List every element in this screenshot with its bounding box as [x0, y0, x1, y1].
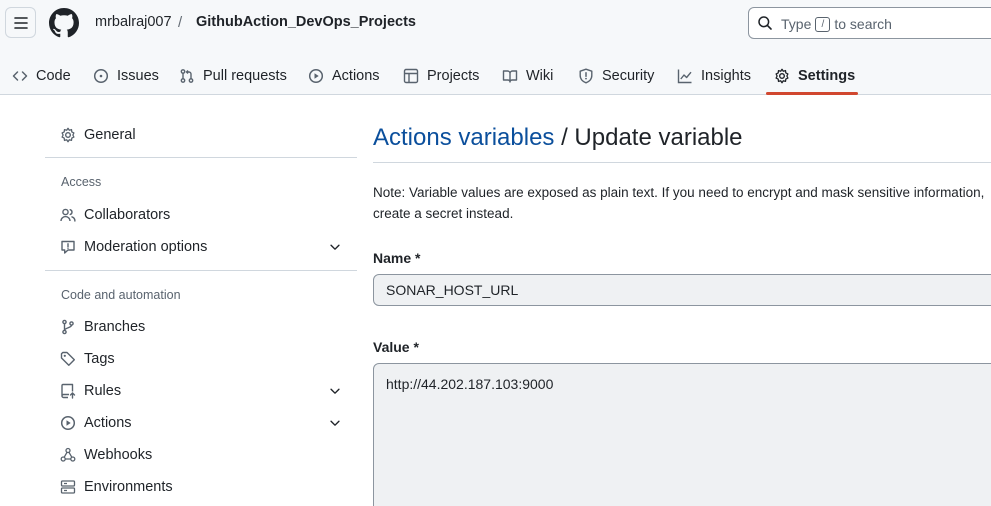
sidebar-item-tags[interactable]: Tags	[60, 347, 342, 371]
sidebar-item-branches[interactable]: Branches	[60, 315, 342, 339]
tab-label: Security	[602, 67, 655, 84]
play-icon	[308, 68, 324, 83]
comment-report-icon	[61, 240, 75, 254]
sidebar-item-rules[interactable]: Rules	[60, 379, 342, 403]
sidebar-item-label: Rules	[84, 383, 122, 399]
value-label: Value *	[373, 339, 419, 355]
sidebar-item-label: Moderation options	[84, 239, 208, 255]
tag-icon	[60, 351, 75, 366]
sidebar-item-environments[interactable]: Environments	[60, 475, 342, 499]
tab-insights[interactable]: Insights	[677, 56, 751, 95]
play-icon	[60, 415, 76, 431]
tab-label: Settings	[798, 67, 856, 84]
sidebar-heading-access: Access	[61, 175, 102, 189]
search-placeholder: Type / to search	[781, 16, 892, 32]
tab-issues[interactable]: Issues	[93, 56, 159, 95]
sidebar-item-webhooks[interactable]: Webhooks	[60, 443, 342, 467]
value-textarea[interactable]: http://44.202.187.103:9000	[373, 363, 991, 506]
tab-label: Insights	[701, 67, 751, 84]
github-logo-icon[interactable]	[49, 8, 79, 38]
tab-projects[interactable]: Projects	[403, 56, 479, 95]
tab-label: Pull requests	[203, 67, 287, 84]
shield-icon	[579, 68, 593, 83]
sidebar-heading-automation: Code and automation	[61, 288, 181, 302]
sidebar-item-label: Collaborators	[84, 207, 171, 223]
sidebar-item-general[interactable]: General	[60, 123, 342, 147]
tab-label: Wiki	[526, 67, 554, 84]
sidebar-item-label: Environments	[84, 479, 173, 495]
table-icon	[403, 68, 419, 83]
search-input[interactable]: Type / to search	[748, 7, 991, 39]
chevron-down-icon[interactable]	[328, 416, 342, 430]
tab-label: Actions	[332, 67, 380, 84]
search-prefix: Type	[781, 16, 812, 32]
chevron-down-icon[interactable]	[328, 384, 342, 398]
menu-button[interactable]	[5, 7, 36, 38]
app-header: mrbalraj007 / GithubAction_DevOps_Projec…	[0, 0, 991, 95]
gear-icon	[61, 127, 75, 143]
tab-label: Projects	[427, 67, 480, 84]
selected-tab-indicator	[766, 92, 858, 95]
search-suffix: to search	[834, 16, 892, 32]
title-divider	[373, 162, 991, 163]
page-title: Actions variables / Update variable	[373, 124, 743, 152]
sidebar-divider	[45, 157, 357, 158]
sidebar-item-label: Actions	[84, 415, 132, 431]
breadcrumb-repo[interactable]: GithubAction_DevOps_Projects	[196, 14, 416, 30]
sidebar-divider	[45, 270, 357, 271]
tab-label: Code	[36, 67, 71, 84]
sidebar-item-label: Branches	[84, 319, 146, 335]
repo-tabs: Code Issues Pull requests Actions Projec…	[0, 56, 991, 95]
graph-icon	[677, 69, 692, 83]
tab-actions[interactable]: Actions	[308, 56, 380, 95]
page-title-rest: / Update variable	[554, 124, 743, 151]
plain-text-note: Note: Variable values are exposed as pla…	[373, 185, 985, 221]
name-field[interactable]: SONAR_HOST_URL	[373, 274, 991, 306]
tab-label: Issues	[117, 67, 159, 84]
pull-request-icon	[180, 68, 194, 83]
webhook-icon	[60, 447, 76, 462]
gear-icon	[775, 68, 789, 83]
search-shortcut-key: /	[815, 16, 831, 32]
tab-settings[interactable]: Settings	[774, 56, 855, 95]
issue-icon	[93, 68, 109, 83]
tab-pull-requests[interactable]: Pull requests	[179, 56, 287, 95]
sidebar-item-label: Webhooks	[84, 447, 153, 463]
book-icon	[502, 69, 518, 83]
chevron-down-icon[interactable]	[328, 240, 342, 254]
tab-security[interactable]: Security	[578, 56, 654, 95]
repo-push-icon	[61, 383, 76, 399]
people-icon	[60, 208, 76, 222]
tab-wiki[interactable]: Wiki	[502, 56, 553, 95]
search-icon	[758, 16, 772, 30]
branch-icon	[62, 319, 74, 335]
breadcrumb-owner[interactable]: mrbalraj007	[95, 14, 172, 30]
hamburger-icon	[13, 16, 28, 29]
code-icon	[12, 70, 28, 81]
sidebar-item-moderation[interactable]: Moderation options	[60, 235, 342, 259]
sidebar-item-label: General	[84, 127, 136, 143]
actions-variables-link[interactable]: Actions variables	[373, 124, 554, 151]
name-label: Name *	[373, 250, 421, 266]
breadcrumb-separator: /	[178, 14, 183, 31]
sidebar-item-label: Tags	[84, 351, 115, 367]
tab-code[interactable]: Code	[12, 56, 71, 95]
server-icon	[60, 480, 76, 494]
sidebar-item-actions[interactable]: Actions	[60, 411, 342, 435]
sidebar-item-collaborators[interactable]: Collaborators	[60, 203, 342, 227]
